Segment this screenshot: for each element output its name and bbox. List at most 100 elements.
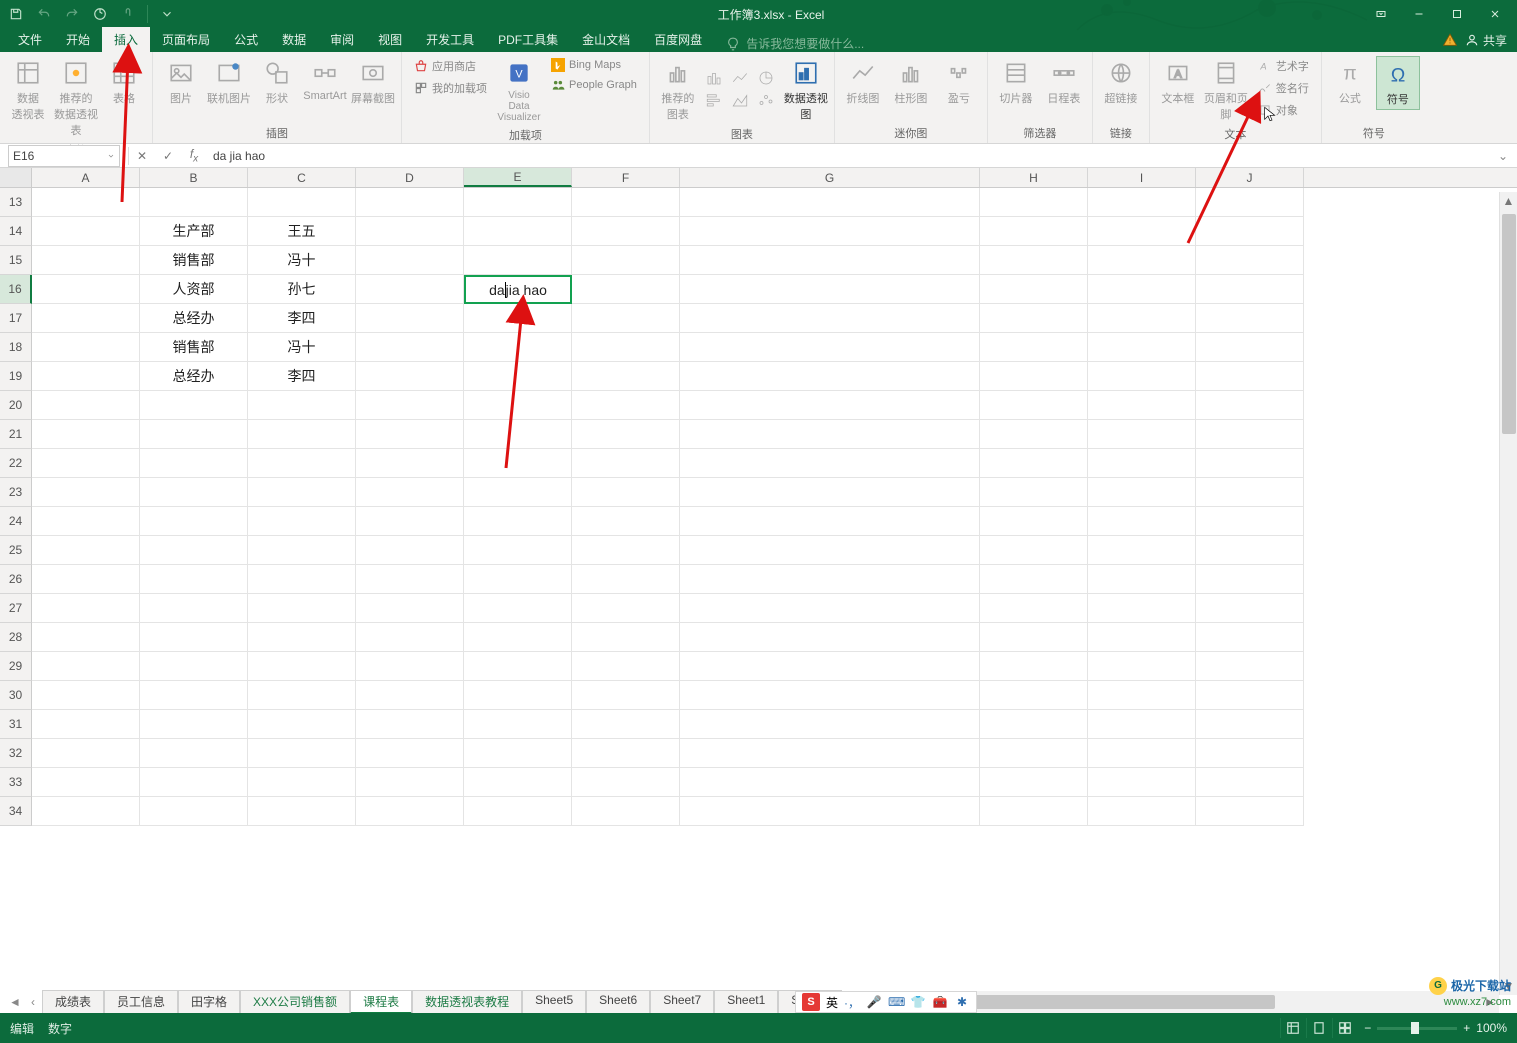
row-header-28[interactable]: 28 [0, 623, 32, 652]
cell-I26[interactable] [1088, 565, 1196, 594]
cell-J30[interactable] [1196, 681, 1304, 710]
cell-C33[interactable] [248, 768, 356, 797]
cell-F24[interactable] [572, 507, 680, 536]
tell-me[interactable]: 告诉我您想要做什么... [726, 35, 864, 52]
formula-cancel-button[interactable]: ✕ [129, 149, 155, 163]
cell-H26[interactable] [980, 565, 1088, 594]
vertical-scroll-thumb[interactable] [1502, 214, 1516, 434]
timeline-button[interactable]: 日程表 [1042, 56, 1086, 108]
tab-formulas[interactable]: 公式 [222, 27, 270, 52]
tab-pdf[interactable]: PDF工具集 [486, 27, 570, 52]
cell-D34[interactable] [356, 797, 464, 826]
equation-button[interactable]: π公式 [1328, 56, 1372, 108]
cell-G19[interactable] [680, 362, 980, 391]
ime-settings-icon[interactable]: ✱ [954, 995, 970, 1009]
table-button[interactable]: 表格 [102, 56, 146, 108]
maximize-icon[interactable] [1439, 2, 1475, 26]
sigline-button[interactable]: 签名行 [1252, 78, 1315, 98]
sparkline-column-button[interactable]: 柱形图 [889, 56, 933, 108]
cell-C25[interactable] [248, 536, 356, 565]
col-H[interactable]: H [980, 168, 1088, 187]
cell-D26[interactable] [356, 565, 464, 594]
cell-A24[interactable] [32, 507, 140, 536]
object-button[interactable]: 对象 [1252, 100, 1315, 120]
ime-voice-icon[interactable]: 🎤 [866, 995, 882, 1009]
save-icon[interactable] [4, 3, 28, 25]
cell-A18[interactable] [32, 333, 140, 362]
cell-A33[interactable] [32, 768, 140, 797]
autosave-icon[interactable] [88, 3, 112, 25]
cell-E32[interactable] [464, 739, 572, 768]
cell-C17[interactable]: 李四 [248, 304, 356, 333]
zoom-control[interactable]: − + 100% [1364, 1021, 1507, 1035]
row-header-25[interactable]: 25 [0, 536, 32, 565]
cell-E18[interactable] [464, 333, 572, 362]
cell-D23[interactable] [356, 478, 464, 507]
cell-B32[interactable] [140, 739, 248, 768]
cell-B27[interactable] [140, 594, 248, 623]
cell-J19[interactable] [1196, 362, 1304, 391]
sheet-tab-2[interactable]: 田字格 [178, 990, 240, 1014]
cell-G30[interactable] [680, 681, 980, 710]
zoom-slider-thumb[interactable] [1411, 1022, 1419, 1034]
cell-F30[interactable] [572, 681, 680, 710]
cell-B13[interactable] [140, 188, 248, 217]
cell-D21[interactable] [356, 420, 464, 449]
recommended-charts-button[interactable]: 推荐的 图表 [656, 56, 700, 124]
cell-F23[interactable] [572, 478, 680, 507]
cell-F14[interactable] [572, 217, 680, 246]
cell-G29[interactable] [680, 652, 980, 681]
cell-E19[interactable] [464, 362, 572, 391]
cell-B29[interactable] [140, 652, 248, 681]
zoom-in-button[interactable]: + [1463, 1021, 1470, 1035]
cell-F16[interactable] [572, 275, 680, 304]
col-C[interactable]: C [248, 168, 356, 187]
row-header-13[interactable]: 13 [0, 188, 32, 217]
cell-C20[interactable] [248, 391, 356, 420]
people-graph-button[interactable]: People Graph [545, 76, 643, 94]
online-pictures-button[interactable]: 联机图片 [207, 56, 251, 108]
cell-F15[interactable] [572, 246, 680, 275]
tab-view[interactable]: 视图 [366, 27, 414, 52]
bing-maps-button[interactable]: Bing Maps [545, 56, 643, 74]
cell-H27[interactable] [980, 594, 1088, 623]
cell-J22[interactable] [1196, 449, 1304, 478]
cell-C32[interactable] [248, 739, 356, 768]
cell-J28[interactable] [1196, 623, 1304, 652]
cell-G26[interactable] [680, 565, 980, 594]
cell-H17[interactable] [980, 304, 1088, 333]
cell-J27[interactable] [1196, 594, 1304, 623]
row-header-17[interactable]: 17 [0, 304, 32, 333]
cell-F20[interactable] [572, 391, 680, 420]
cell-D16[interactable] [356, 275, 464, 304]
pivotchart-button[interactable]: 数据透视图 [784, 56, 828, 124]
qat-customize-icon[interactable] [155, 3, 179, 25]
sheet-nav-prev[interactable]: ‹ [24, 992, 42, 1012]
cell-E25[interactable] [464, 536, 572, 565]
row-header-30[interactable]: 30 [0, 681, 32, 710]
ime-lang[interactable]: 英 [826, 994, 838, 1011]
pictures-button[interactable]: 图片 [159, 56, 203, 108]
cell-G28[interactable] [680, 623, 980, 652]
cell-G22[interactable] [680, 449, 980, 478]
sheet-tab-1[interactable]: 员工信息 [104, 990, 178, 1014]
horizontal-scrollbar[interactable]: ◄ ► [888, 991, 1499, 1013]
cell-G25[interactable] [680, 536, 980, 565]
cell-G18[interactable] [680, 333, 980, 362]
cell-F31[interactable] [572, 710, 680, 739]
cell-H25[interactable] [980, 536, 1088, 565]
cell-J34[interactable] [1196, 797, 1304, 826]
normal-view-button[interactable] [1280, 1018, 1304, 1038]
cell-B17[interactable]: 总经办 [140, 304, 248, 333]
row-header-22[interactable]: 22 [0, 449, 32, 478]
symbol-button[interactable]: Ω符号 [1376, 56, 1420, 110]
cell-F13[interactable] [572, 188, 680, 217]
cell-H29[interactable] [980, 652, 1088, 681]
ime-punct-icon[interactable]: ·， [844, 994, 860, 1011]
cell-I24[interactable] [1088, 507, 1196, 536]
cell-A22[interactable] [32, 449, 140, 478]
touch-icon[interactable] [116, 3, 140, 25]
select-all-corner[interactable] [0, 168, 32, 187]
cell-J32[interactable] [1196, 739, 1304, 768]
cell-A14[interactable] [32, 217, 140, 246]
